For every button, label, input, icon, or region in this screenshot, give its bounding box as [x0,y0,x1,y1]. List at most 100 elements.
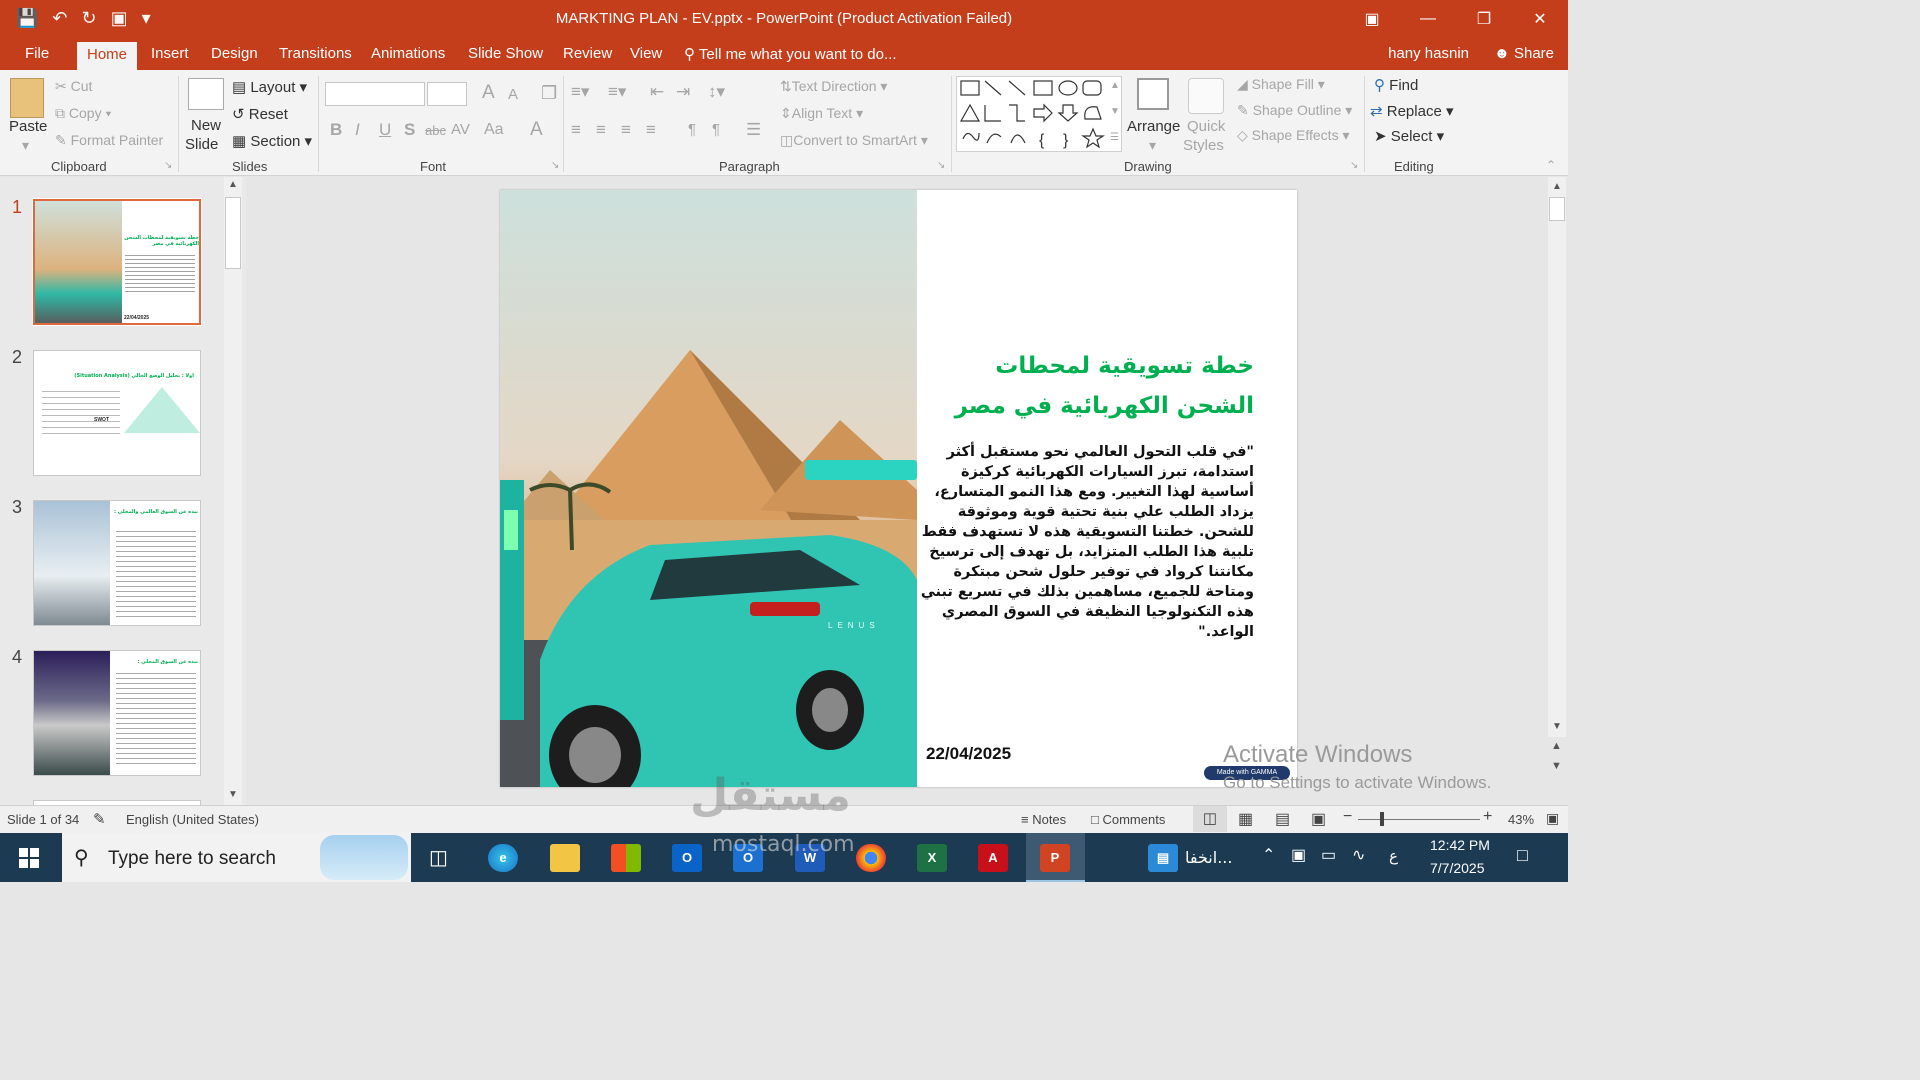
font-color-button[interactable]: A [530,119,543,141]
excel-icon[interactable]: X [917,844,947,872]
align-right-icon[interactable]: ≡ [621,120,631,140]
gallery-more-icon[interactable]: ☰ [1110,132,1119,143]
scroll-up-icon[interactable]: ▲ [1552,181,1562,192]
tab-review[interactable]: Review [563,45,612,62]
acrobat-icon[interactable]: A [978,844,1008,872]
font-launcher-icon[interactable]: ↘ [551,160,559,171]
tab-transitions[interactable]: Transitions [279,45,352,62]
slide-thumbnail-1[interactable]: خطة تسويقية لمحطات الشحن الكهربائية في م… [32,198,202,326]
align-text-button[interactable]: ⇕Align Text ▾ [780,105,863,122]
ltr-icon[interactable]: ¶ [688,121,696,138]
tab-home[interactable]: Home [77,42,138,70]
zoom-in-icon[interactable]: + [1483,808,1492,826]
task-view-icon[interactable]: ◫ [429,845,448,870]
shape-effects-button[interactable]: ◇ Shape Effects ▾ [1237,127,1350,144]
bold-button[interactable]: B [330,120,342,140]
line-spacing-icon[interactable]: ↕▾ [708,82,725,102]
store-icon[interactable] [611,844,641,872]
text-direction-button[interactable]: ⇅Text Direction ▾ [780,78,887,95]
quick-styles-label-2[interactable]: Styles [1183,137,1224,154]
layout-button[interactable]: ▤ Layout ▾ [232,78,307,96]
slide-sorter-icon[interactable]: ▦ [1238,809,1253,829]
slide-title[interactable]: خطة تسويقية لمحطات الشحن الكهربائية في م… [930,346,1254,426]
comments-button[interactable]: □ Comments [1091,812,1165,827]
outlook-icon[interactable]: O [672,844,702,872]
slide-thumbnail-2[interactable]: اولا : تحليل الوضع الحالي (Situation Ana… [33,350,201,476]
new-slide-icon[interactable] [188,78,224,110]
slide-thumbnail-3[interactable]: نبذه عن السوق العالمي والمحلي : [33,500,201,626]
grow-font-button[interactable]: A [482,82,495,104]
close-icon[interactable]: ✕ [1512,0,1568,38]
file-explorer-icon[interactable] [550,844,580,872]
paste-button[interactable]: Paste [9,118,47,135]
wifi-icon[interactable]: ∿ [1352,845,1365,865]
tab-view[interactable]: View [630,45,662,62]
fit-to-window-icon[interactable]: ▣ [1546,810,1559,827]
align-center-icon[interactable]: ≡ [596,120,606,140]
zoom-level[interactable]: 43% [1508,812,1534,827]
slideshow-view-icon[interactable]: ▣ [1311,809,1326,829]
replace-button[interactable]: ⇄ Replace ▾ [1370,102,1454,120]
paragraph-launcher-icon[interactable]: ↘ [937,160,945,171]
slide-photo[interactable]: LENUS [500,190,917,787]
shadow-button[interactable]: S [404,120,415,140]
gallery-up-icon[interactable]: ▲ [1110,80,1120,91]
tab-animations[interactable]: Animations [371,45,445,62]
justify-icon[interactable]: ≡ [646,120,656,140]
quick-styles-icon[interactable] [1188,78,1224,114]
italic-button[interactable]: I [355,120,360,140]
spellcheck-icon[interactable]: ✎ [93,810,106,828]
tell-me-search[interactable]: ⚲ Tell me what you want to do... [684,45,897,63]
shrink-font-button[interactable]: A [508,86,518,103]
decrease-indent-icon[interactable]: ⇤ [650,82,664,102]
font-name-input[interactable] [325,82,425,106]
canvas-scrollbar[interactable]: ▲ ▼ [1548,177,1566,737]
find-button[interactable]: ⚲ Find [1374,76,1418,94]
minimize-icon[interactable]: — [1400,0,1456,38]
copy-button[interactable]: ⧉ Copy ▾ [55,105,111,122]
new-slide-label-2[interactable]: Slide [185,136,218,153]
align-left-icon[interactable]: ≡ [571,120,581,140]
scroll-up-icon[interactable]: ▲ [228,179,238,190]
restore-icon[interactable]: ❐ [1456,0,1512,38]
clock-time[interactable]: 12:42 PM [1430,837,1490,853]
shape-outline-button[interactable]: ✎ Shape Outline ▾ [1237,102,1352,119]
ribbon-display-icon[interactable]: ▣ [1344,0,1400,38]
convert-smartart-button[interactable]: ◫Convert to SmartArt ▾ [780,132,928,149]
previous-slide-icon[interactable]: ▲ [1551,740,1562,752]
tab-design[interactable]: Design [211,45,258,62]
normal-view-icon[interactable]: ◫ [1193,806,1227,832]
columns-icon[interactable]: ☰ [746,120,761,140]
reading-view-icon[interactable]: ▤ [1275,809,1290,829]
scroll-down-icon[interactable]: ▼ [228,789,238,800]
thumbnail-scrollbar[interactable]: ▲ ▼ [224,177,242,805]
scroll-down-icon[interactable]: ▼ [1552,721,1562,732]
drawing-launcher-icon[interactable]: ↘ [1350,160,1358,171]
tab-slide-show[interactable]: Slide Show [468,45,543,62]
cut-button[interactable]: ✂ Cut [55,78,92,95]
zoom-slider[interactable] [1358,819,1480,820]
rtl-icon[interactable]: ¶ [712,121,720,138]
language-indicator[interactable]: English (United States) [126,812,259,827]
numbering-icon[interactable]: ≡▾ [608,82,626,102]
news-ticker[interactable]: انخفا... [1185,848,1232,867]
security-icon[interactable]: ▣ [1291,845,1306,865]
zoom-slider-thumb[interactable] [1380,812,1384,826]
input-language[interactable]: ع [1389,847,1398,865]
change-case-button[interactable]: Aa [484,121,504,139]
arrange-button[interactable]: Arrange [1127,118,1180,135]
gallery-down-icon[interactable]: ▼ [1110,106,1120,117]
arrange-icon[interactable] [1137,78,1169,110]
powerpoint-taskbar-button[interactable]: P [1026,833,1085,882]
shapes-gallery[interactable]: { } [956,76,1122,152]
notifications-icon[interactable]: □ [1517,845,1528,866]
slide-1[interactable]: LENUS خطة تسويقية لمحطات الشحن الكهربائي… [500,190,1297,787]
slide-date[interactable]: 22/04/2025 [926,744,1011,764]
clipboard-launcher-icon[interactable]: ↘ [164,160,172,171]
user-name[interactable]: hany hasnin [1388,45,1469,62]
canvas-scroll-thumb[interactable] [1549,197,1565,221]
chrome-icon[interactable] [856,844,886,872]
share-button[interactable]: ☻ Share [1494,45,1554,62]
collapse-ribbon-icon[interactable]: ⌃ [1546,158,1556,172]
zoom-out-icon[interactable]: − [1343,808,1352,826]
